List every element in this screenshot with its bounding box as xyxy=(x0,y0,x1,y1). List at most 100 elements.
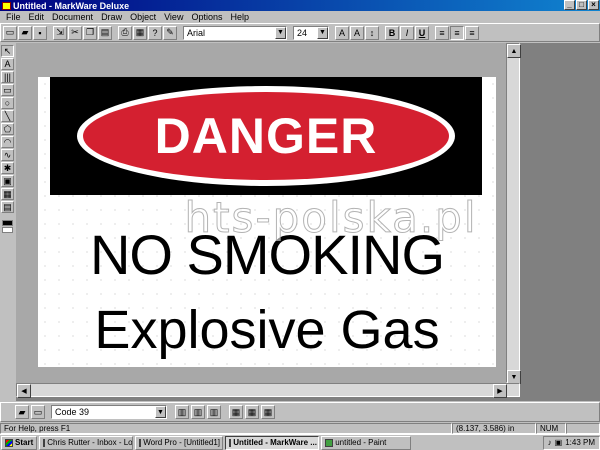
task-label: untitled - Paint xyxy=(335,438,387,447)
line-color-swatch[interactable] xyxy=(2,227,13,233)
barcode-option-3-icon[interactable]: ▥ xyxy=(207,405,221,419)
line-tool-icon[interactable]: ╲ xyxy=(1,110,14,122)
curve-tool-icon[interactable]: ∿ xyxy=(1,149,14,161)
start-button[interactable]: Start xyxy=(1,435,38,450)
align-right-icon[interactable]: ≡ xyxy=(465,25,479,40)
menu-help[interactable]: Help xyxy=(226,12,253,22)
shrink-font-icon[interactable]: A xyxy=(350,25,364,40)
barcode-folder-icon[interactable]: ▭ xyxy=(31,405,45,419)
font-select[interactable]: Arial ▼ xyxy=(183,25,287,40)
spacing-icon[interactable]: ↕ xyxy=(365,25,379,40)
status-extra xyxy=(566,422,600,434)
barcode-option-6-icon[interactable]: ▦ xyxy=(261,405,275,419)
scroll-up-icon[interactable]: ▲ xyxy=(507,44,521,58)
barcode-option-2-icon[interactable]: ▥ xyxy=(191,405,205,419)
maximize-button[interactable]: □ xyxy=(576,0,587,10)
scroll-left-icon[interactable]: ◀ xyxy=(17,384,31,398)
underline-icon[interactable]: U xyxy=(415,25,429,40)
workspace: DANGER NO SMOKING Explosive Gas hts-pols… xyxy=(16,43,600,401)
chevron-down-icon[interactable]: ▼ xyxy=(275,26,286,39)
danger-header-band[interactable]: DANGER xyxy=(50,77,482,195)
menu-document[interactable]: Document xyxy=(48,12,97,22)
menu-object[interactable]: Object xyxy=(126,12,160,22)
cut-icon[interactable]: ✂ xyxy=(68,25,82,40)
title-bar: Untitled - MarkWare Deluxe _ □ × xyxy=(0,0,600,11)
arc-tool-icon[interactable]: ◠ xyxy=(1,136,14,148)
toolbar: ▭ ▰ ▪ ⇲ ✂ ❐ ▤ ⎙ ▦ ? ✎ Arial ▼ 24 ▼ A A ↕… xyxy=(0,23,600,42)
menu-file[interactable]: File xyxy=(2,12,25,22)
status-bar: For Help, press F1 (8.137, 3.586) in NUM xyxy=(0,422,600,434)
vertical-scrollbar[interactable]: ▲ ▼ xyxy=(506,43,521,384)
save-icon[interactable]: ▪ xyxy=(33,25,47,40)
task-markware[interactable]: Untitled - MarkWare ... xyxy=(225,435,320,450)
status-help-text: For Help, press F1 xyxy=(0,422,452,434)
barcode-open-icon[interactable]: ▰ xyxy=(15,405,29,419)
paste-icon[interactable]: ▤ xyxy=(98,25,112,40)
menu-view[interactable]: View xyxy=(160,12,187,22)
danger-header-text[interactable]: DANGER xyxy=(155,107,378,165)
lotus-icon xyxy=(43,438,46,447)
speaker-icon[interactable]: ♪ xyxy=(548,438,552,447)
close-button[interactable]: × xyxy=(588,0,599,10)
barcode-type-value: Code 39 xyxy=(55,407,90,417)
chevron-down-icon[interactable]: ▼ xyxy=(317,26,328,39)
menu-draw[interactable]: Draw xyxy=(97,12,126,22)
barcode-type-select[interactable]: Code 39 ▼ xyxy=(51,405,167,419)
fill-color-swatch[interactable] xyxy=(2,220,13,226)
fill-tool-icon[interactable]: ▤ xyxy=(1,201,14,213)
network-icon[interactable]: ▣ xyxy=(555,438,563,447)
status-coordinates: (8.137, 3.586) in xyxy=(452,422,536,434)
task-label: Untitled - MarkWare ... xyxy=(233,438,317,447)
help-icon[interactable]: ? xyxy=(148,25,162,40)
word-pro-icon xyxy=(139,438,142,447)
font-size-select[interactable]: 24 ▼ xyxy=(293,25,329,40)
taskbar: Start Chris Rutter - Inbox - Lotus... Wo… xyxy=(0,434,600,450)
system-tray: ♪ ▣ 1:43 PM xyxy=(542,435,600,450)
canvas-area[interactable]: DANGER NO SMOKING Explosive Gas hts-pols… xyxy=(16,43,506,383)
symbol-tool-icon[interactable]: ✱ xyxy=(1,162,14,174)
import-icon[interactable]: ⇲ xyxy=(53,25,67,40)
scroll-down-icon[interactable]: ▼ xyxy=(507,370,521,384)
task-paint[interactable]: untitled - Paint xyxy=(321,435,412,450)
window-title: Untitled - MarkWare Deluxe xyxy=(13,0,130,11)
preview-icon[interactable]: ▦ xyxy=(133,25,147,40)
barcode-option-5-icon[interactable]: ▦ xyxy=(245,405,259,419)
image-tool-icon[interactable]: ▣ xyxy=(1,175,14,187)
danger-oval[interactable]: DANGER xyxy=(83,92,449,180)
grid-tool-icon[interactable]: ▦ xyxy=(1,188,14,200)
task-lotus-inbox[interactable]: Chris Rutter - Inbox - Lotus... xyxy=(39,435,134,450)
bold-icon[interactable]: B xyxy=(385,25,399,40)
font-size-value: 24 xyxy=(297,27,308,38)
copy-icon[interactable]: ❐ xyxy=(83,25,97,40)
italic-icon[interactable]: I xyxy=(400,25,414,40)
markware-icon xyxy=(229,438,232,447)
open-folder-icon[interactable]: ▰ xyxy=(18,25,32,40)
minimize-button[interactable]: _ xyxy=(564,0,575,10)
menu-options[interactable]: Options xyxy=(187,12,226,22)
barcode-tool-icon[interactable]: ||| xyxy=(1,71,14,83)
print-icon[interactable]: ⎙ xyxy=(118,25,132,40)
text-tool-icon[interactable]: A xyxy=(1,58,14,70)
ellipse-tool-icon[interactable]: ○ xyxy=(1,97,14,109)
align-center-icon[interactable]: ≡ xyxy=(450,25,464,40)
rectangle-tool-icon[interactable]: ▭ xyxy=(1,84,14,96)
polygon-tool-icon[interactable]: ⬠ xyxy=(1,123,14,135)
sign-line-2[interactable]: Explosive Gas xyxy=(38,299,496,361)
align-left-icon[interactable]: ≡ xyxy=(435,25,449,40)
chevron-down-icon[interactable]: ▼ xyxy=(155,406,166,418)
barcode-option-4-icon[interactable]: ▦ xyxy=(229,405,243,419)
horizontal-scrollbar[interactable]: ◀ ▶ xyxy=(16,383,520,398)
scroll-right-icon[interactable]: ▶ xyxy=(493,384,507,398)
grow-font-icon[interactable]: A xyxy=(335,25,349,40)
task-word-pro[interactable]: Word Pro - [Untitled1] xyxy=(135,435,224,450)
barcode-option-1-icon[interactable]: ▥ xyxy=(175,405,189,419)
new-file-icon[interactable]: ▭ xyxy=(3,25,17,40)
menu-edit[interactable]: Edit xyxy=(25,12,49,22)
tool-icon[interactable]: ✎ xyxy=(163,25,177,40)
barcode-toolbar: ▰ ▭ Code 39 ▼ ▥ ▥ ▥ ▦ ▦ ▦ xyxy=(0,402,600,422)
clock[interactable]: 1:43 PM xyxy=(565,438,595,447)
pointer-icon[interactable]: ↖ xyxy=(1,45,14,57)
start-label: Start xyxy=(15,438,34,447)
font-select-value: Arial xyxy=(187,27,206,38)
task-label: Word Pro - [Untitled1] xyxy=(143,438,221,447)
